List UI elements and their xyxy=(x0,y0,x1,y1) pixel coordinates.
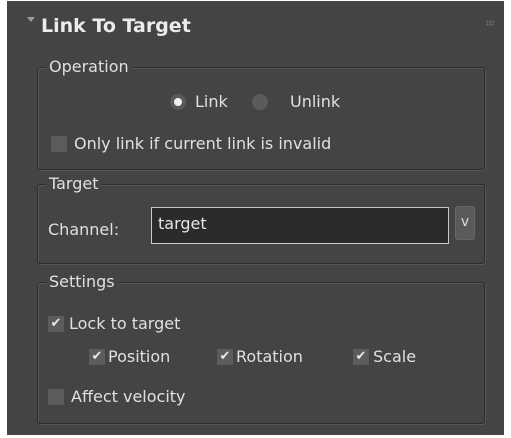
link-to-target-panel: Link To Target Operation Link Unlink Onl… xyxy=(7,1,504,435)
affect-velocity-label[interactable]: Affect velocity xyxy=(71,386,186,408)
only-link-invalid-label[interactable]: Only link if current link is invalid xyxy=(74,133,331,155)
settings-legend: Settings xyxy=(46,271,118,293)
scale-label[interactable]: Scale xyxy=(373,346,416,368)
operation-group: Operation Link Unlink Only link if curre… xyxy=(37,56,485,170)
settings-group: Settings ✔ Lock to target ✔ Position ✔ R… xyxy=(37,271,485,424)
lock-to-target-label[interactable]: Lock to target xyxy=(69,313,180,335)
unlink-radio-label[interactable]: Unlink xyxy=(290,91,340,113)
operation-legend: Operation xyxy=(46,56,132,78)
target-legend: Target xyxy=(46,173,102,195)
unlink-radio-button[interactable] xyxy=(252,94,268,110)
rotation-checkbox[interactable]: ✔ xyxy=(217,349,233,365)
channel-label: Channel: xyxy=(48,220,120,239)
channel-input[interactable] xyxy=(151,207,449,244)
affect-velocity-checkbox[interactable] xyxy=(48,389,64,405)
drag-grip-icon[interactable] xyxy=(486,20,494,26)
scale-checkbox[interactable]: ✔ xyxy=(353,349,369,365)
panel-title: Link To Target xyxy=(41,15,191,37)
position-label[interactable]: Position xyxy=(108,346,170,368)
lock-to-target-checkbox[interactable]: ✔ xyxy=(48,316,64,332)
panel-header[interactable]: Link To Target xyxy=(7,1,504,43)
collapse-triangle-icon[interactable] xyxy=(27,17,35,22)
link-radio-label[interactable]: Link xyxy=(195,91,228,113)
position-checkbox[interactable]: ✔ xyxy=(89,349,105,365)
only-link-invalid-checkbox[interactable] xyxy=(51,136,67,152)
target-group: Target Channel: xyxy=(37,173,485,264)
channel-dropdown-button[interactable]: v xyxy=(455,206,475,240)
link-radio-button[interactable] xyxy=(170,94,186,110)
rotation-label[interactable]: Rotation xyxy=(236,346,303,368)
